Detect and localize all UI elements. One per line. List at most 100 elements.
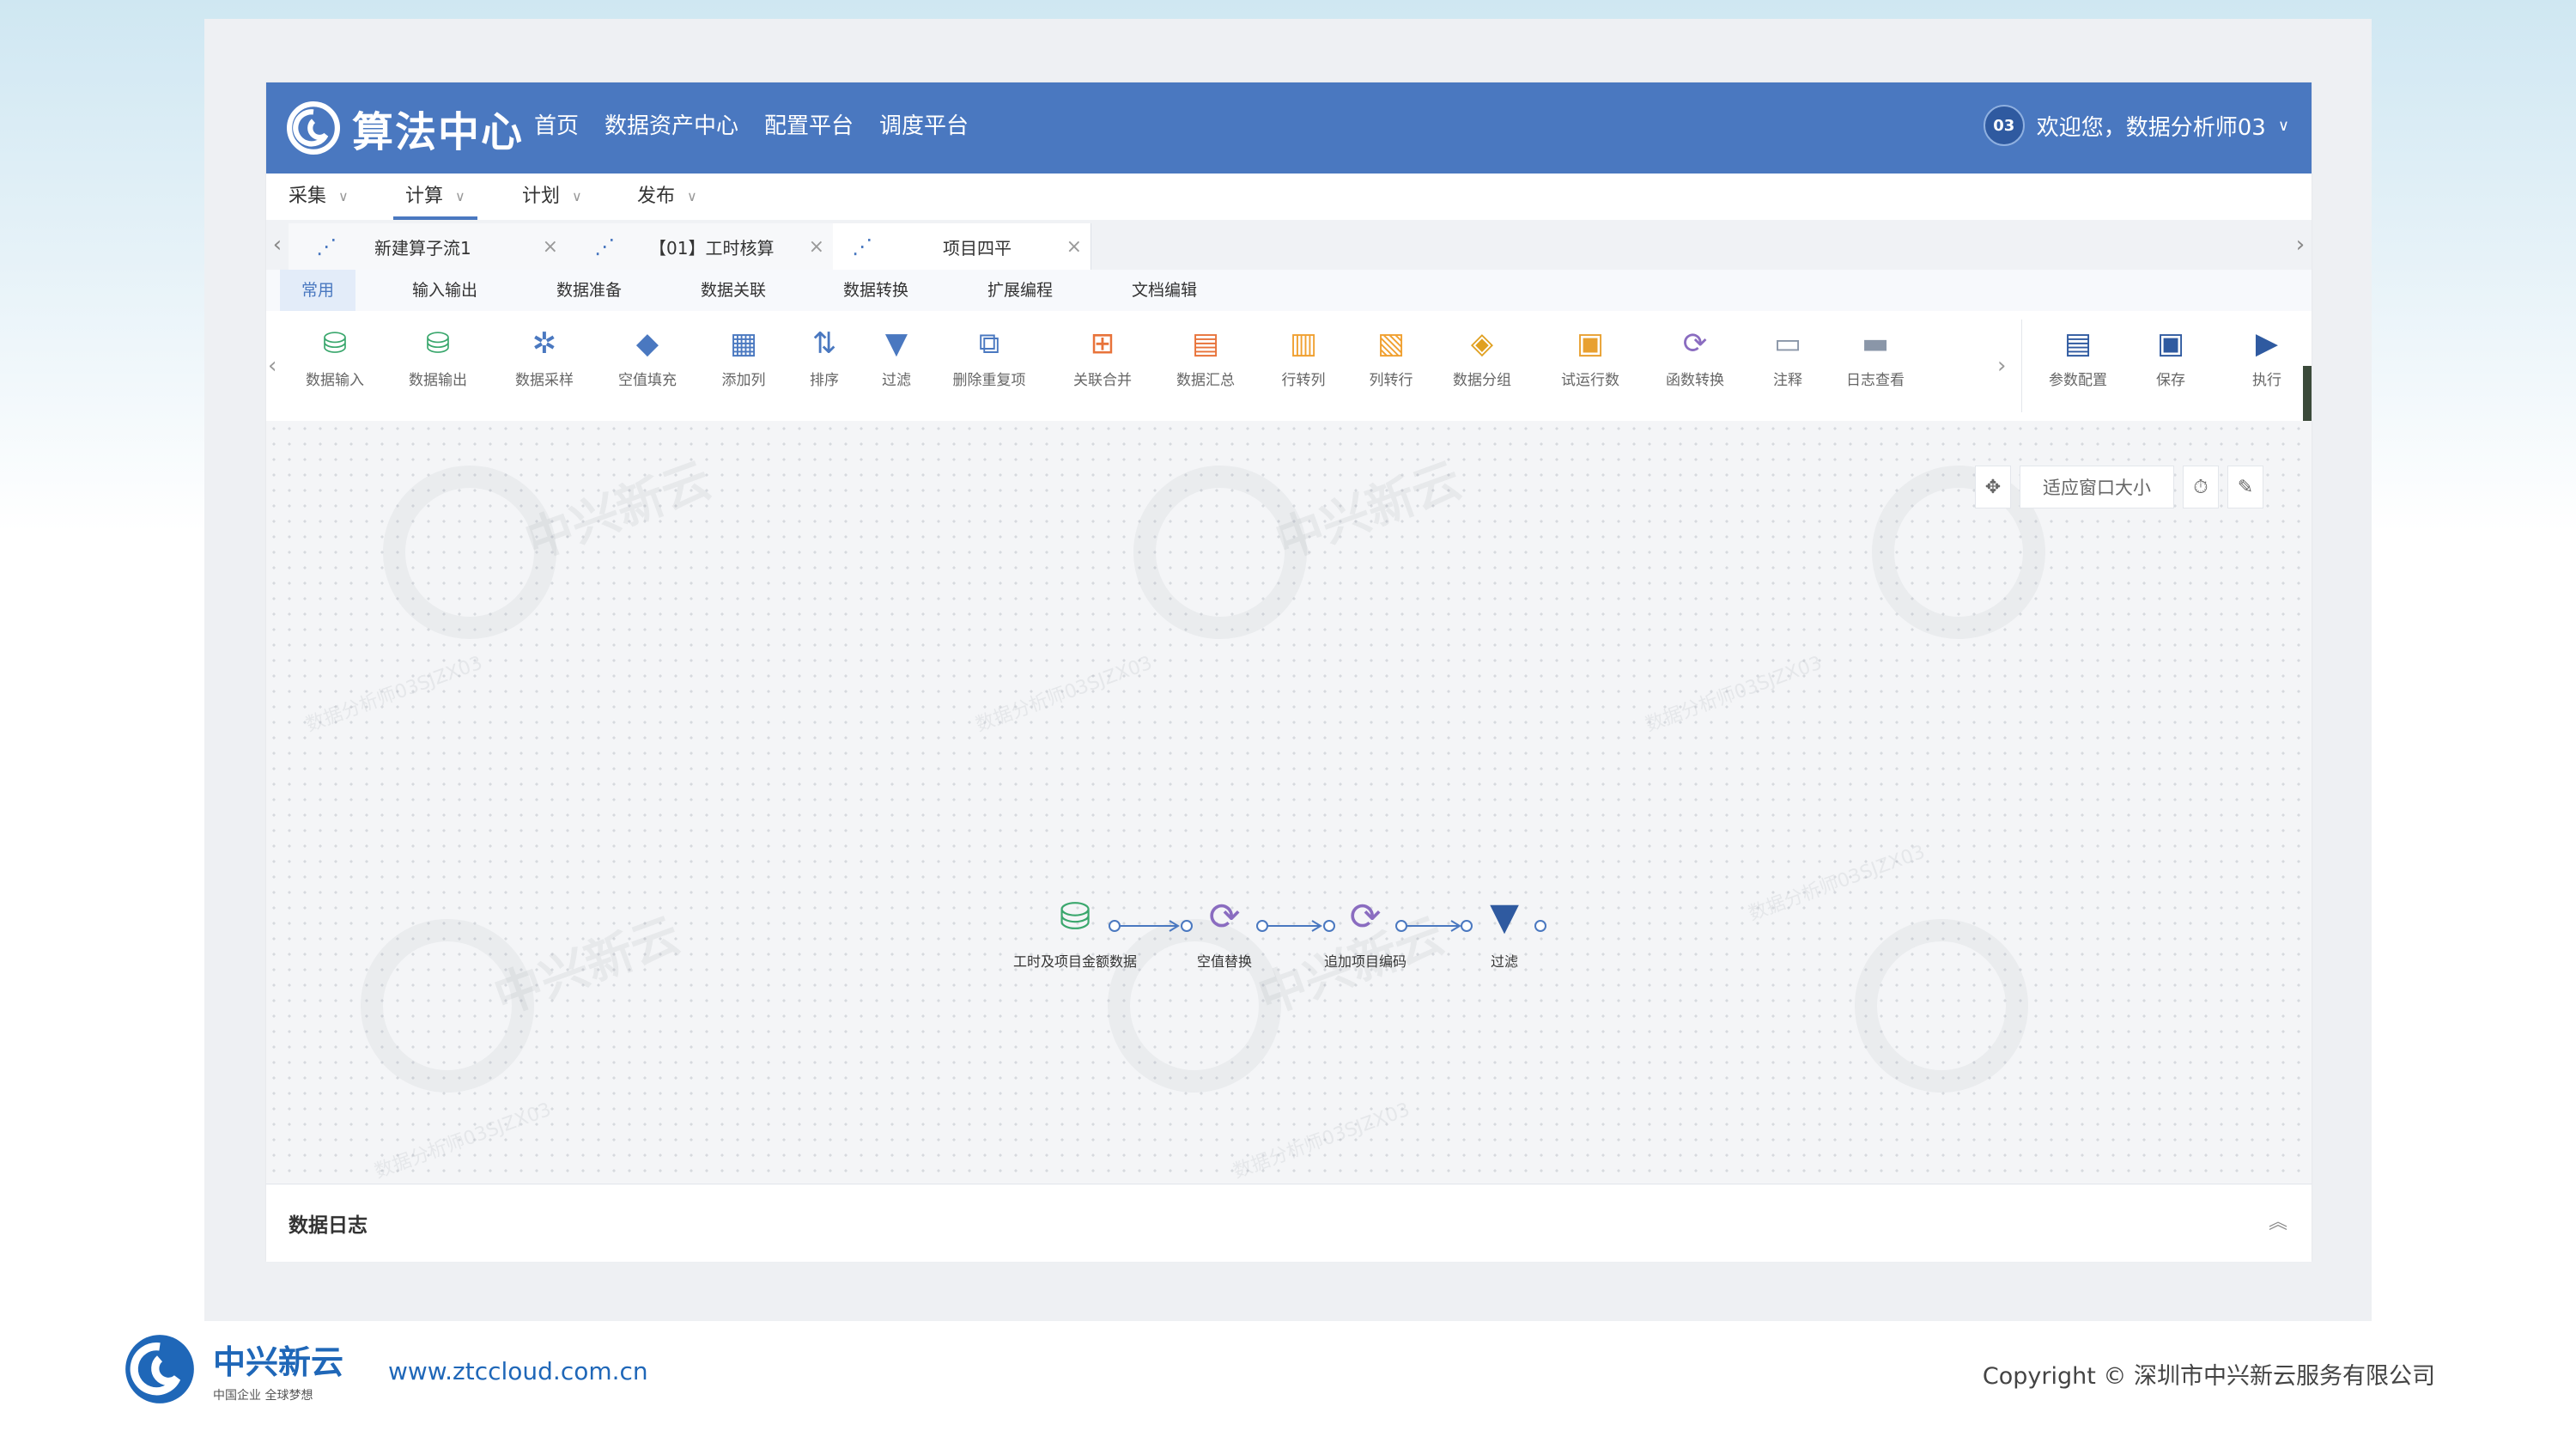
tab-flow-1[interactable]: ⋰ 新建算子流1 × (289, 223, 568, 270)
tool-database-input[interactable]: ⛁ 数据输入 (292, 326, 378, 389)
tool-label: 数据采样 (515, 372, 574, 389)
save-button[interactable]: ▣ 保存 (2128, 326, 2214, 389)
tab-bar: ‹ ⋰ 新建算子流1 × ⋰ 【01】工时核算 × ⋰ 项目四平 × › (266, 220, 2312, 272)
tool-comment[interactable]: ▭ 注释 (1745, 326, 1831, 389)
nav-home[interactable]: 首页 (534, 108, 579, 140)
menu-collect[interactable]: 采集 ∨ (289, 174, 349, 220)
category-prep[interactable]: 数据准备 (538, 270, 641, 311)
flow-icon: ⋰ (852, 234, 872, 259)
tab-project[interactable]: ⋰ 项目四平 × (833, 223, 1091, 272)
flow-node[interactable]: ▼ 过滤 (1436, 897, 1573, 971)
user-greeting: 欢迎您，数据分析师03 (2036, 114, 2266, 141)
tab-label: 【01】工时核算 (649, 237, 775, 259)
category-transform[interactable]: 数据转换 (824, 270, 927, 311)
tool-dedupe[interactable]: ⧉ 删除重复项 (946, 326, 1032, 389)
flow-node[interactable]: ⛁ 工时及项目金额数据 (1006, 897, 1144, 971)
category-io[interactable]: 输入输出 (393, 270, 496, 311)
menu-compute[interactable]: 计算 ∨ (393, 174, 477, 220)
tab-work-hours[interactable]: ⋰ 【01】工时核算 × (567, 223, 834, 270)
app-window: 算法中心 首页 数据资产中心 配置平台 调度平台 03 欢迎您，数据分析师03 … (266, 82, 2312, 1262)
data-log-panel: 数据日志 ︽ (266, 1184, 2312, 1262)
menu-collect-label: 采集 (289, 186, 327, 207)
tool-aggregate[interactable]: ▤ 数据汇总 (1163, 326, 1249, 389)
chevron-down-icon: ∨ (687, 188, 697, 204)
tool-label: 试运行数 (1561, 372, 1619, 389)
tool-filter[interactable]: ▼ 过滤 (854, 326, 939, 389)
flow-canvas[interactable]: 中兴新云 中兴新云 中兴新云 中兴新云 数据分析师03SJZX03 数据分析师0… (266, 421, 2312, 1184)
tool-label: 数据输出 (409, 372, 467, 389)
function-icon: ⟳ (1208, 895, 1241, 939)
add-column-icon: ▦ (729, 326, 758, 361)
toolbar-scroll-right-icon[interactable]: › (1997, 311, 2006, 421)
flow-icon: ⋰ (316, 234, 337, 259)
tool-label: 过滤 (882, 372, 911, 389)
join-icon: ⊞ (1090, 326, 1115, 361)
toolbar-divider (2021, 320, 2022, 412)
comment-icon: ▭ (1773, 326, 1802, 361)
fill-icon: ◆ (635, 326, 659, 361)
app-title: 算法中心 (352, 108, 525, 156)
tool-label: 数据分组 (1453, 372, 1511, 389)
trial-run-icon: ▣ (1576, 326, 1605, 361)
tab-scroll-right-icon[interactable]: › (2289, 220, 2312, 270)
app-logo: 算法中心 (287, 98, 524, 158)
footer-logo: 中兴新云 中国企业 全球梦想 (120, 1330, 343, 1409)
database-input-icon: ⛁ (322, 326, 348, 361)
menu-plan-label: 计划 (522, 186, 561, 207)
footer-slogan: 中国企业 全球梦想 (213, 1388, 313, 1403)
company-logo-icon (125, 1335, 194, 1403)
tool-label: 关联合并 (1073, 372, 1132, 389)
menu-compute-label: 计算 (405, 186, 444, 207)
nav-scheduling-platform[interactable]: 调度平台 (879, 108, 969, 140)
tool-label: 保存 (2156, 372, 2185, 389)
tool-log[interactable]: ▬ 日志查看 (1832, 326, 1918, 389)
chevron-down-icon: ∨ (455, 188, 465, 204)
tool-add-column[interactable]: ▦ 添加列 (701, 326, 787, 389)
footer-url[interactable]: www.ztccloud.com.cn (388, 1357, 648, 1385)
params-button[interactable]: ▤ 参数配置 (2035, 326, 2121, 389)
tool-join[interactable]: ⊞ 关联合并 (1060, 326, 1145, 389)
user-menu[interactable]: 03 欢迎您，数据分析师03 ∨ (1983, 105, 2289, 146)
flow-node[interactable]: ⟳ 追加项目编码 (1297, 897, 1434, 971)
nav-data-asset-center[interactable]: 数据资产中心 (605, 108, 738, 140)
close-icon[interactable]: × (543, 236, 558, 258)
category-join[interactable]: 数据关联 (682, 270, 785, 311)
chevron-down-icon: ∨ (572, 188, 582, 204)
close-icon[interactable]: × (1066, 236, 1082, 258)
tool-label: 空值填充 (618, 372, 677, 389)
tool-database-output[interactable]: ⛁ 数据输出 (395, 326, 481, 389)
category-extension[interactable]: 扩展编程 (969, 270, 1072, 311)
group-icon: ◈ (1470, 326, 1494, 361)
database-input-icon: ⛁ (1059, 895, 1091, 939)
tool-unpivot[interactable]: ▧ 列转行 (1348, 326, 1434, 389)
toolbar-scroll-left-icon[interactable]: ‹ (268, 311, 276, 421)
nav-config-platform[interactable]: 配置平台 (764, 108, 854, 140)
operator-category-bar: 常用 输入输出 数据准备 数据关联 数据转换 扩展编程 文档编辑 (266, 270, 2312, 312)
swirl-logo-icon (287, 101, 340, 155)
flow-node-label: 过滤 (1490, 953, 1518, 970)
category-common[interactable]: 常用 (280, 270, 355, 311)
menu-bar: 采集 ∨ 计算 ∨ 计划 ∨ 发布 ∨ (266, 174, 2312, 221)
close-icon[interactable]: × (809, 236, 824, 258)
flow-node[interactable]: ⟳ 空值替换 (1156, 897, 1293, 971)
tool-sample[interactable]: ✲ 数据采样 (501, 326, 587, 389)
run-button[interactable]: ▶ 执行 (2224, 326, 2310, 389)
filter-icon: ▼ (1490, 895, 1519, 939)
category-document[interactable]: 文档编辑 (1113, 270, 1216, 311)
tab-scroll-left-icon[interactable]: ‹ (266, 220, 289, 270)
tool-label: 执行 (2252, 372, 2281, 389)
tool-label: 添加列 (721, 372, 766, 389)
tool-label: 日志查看 (1846, 372, 1905, 389)
expand-up-icon[interactable]: ︽ (2269, 1207, 2287, 1234)
run-icon: ▶ (2255, 326, 2279, 361)
menu-publish[interactable]: 发布 ∨ (637, 174, 697, 220)
data-log-title: 数据日志 (289, 1215, 368, 1237)
tool-group[interactable]: ◈ 数据分组 (1439, 326, 1525, 389)
tool-pivot[interactable]: ▥ 行转列 (1261, 326, 1346, 389)
tool-trial-run[interactable]: ▣ 试运行数 (1547, 326, 1633, 389)
menu-plan[interactable]: 计划 ∨ (522, 174, 582, 220)
tool-function[interactable]: ⟳ 函数转换 (1652, 326, 1738, 389)
flow-connectors (1109, 920, 1546, 932)
tab-label: 项目四平 (943, 237, 1012, 259)
tool-fill[interactable]: ◆ 空值填充 (605, 326, 690, 389)
